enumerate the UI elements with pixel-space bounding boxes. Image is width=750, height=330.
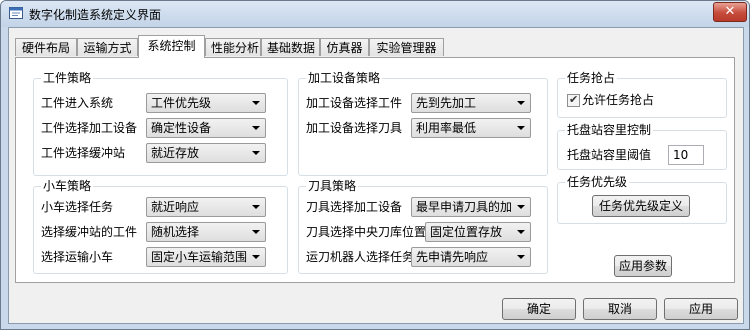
cancel-button[interactable]: 取消 [583, 298, 657, 320]
cart-policy-group: 小车策略 小车选择任务 就近响应 选择缓冲站的工件 随机选择 选择运输小车 固定… [33, 178, 288, 274]
close-button[interactable]: ✕ [713, 2, 747, 22]
workpiece-enter-value: 工件优先级 [151, 96, 212, 110]
chevron-down-icon [252, 101, 260, 105]
buffer-workpiece-value: 随机选择 [151, 225, 200, 239]
pallet-capacity-title: 托盘站容里控制 [565, 122, 654, 138]
machine-tool-value: 利用率最低 [416, 121, 477, 135]
tab-transport-mode[interactable]: 运输方式 [77, 38, 138, 56]
task-priority-group: 任务优先级 任务优先级定义 [557, 174, 727, 224]
machine-workpiece-select[interactable]: 先到先加工 [411, 93, 531, 113]
task-grab-title: 任务抢占 [565, 70, 618, 86]
pallet-capacity-group: 托盘站容里控制 托盘站容里阈值 10 [557, 122, 727, 170]
allow-task-grab-label: 允许任务抢占 [582, 93, 655, 107]
chevron-down-icon [252, 230, 260, 234]
pallet-threshold-input[interactable]: 10 [668, 145, 704, 165]
tab-hardware-layout[interactable]: 硬件布局 [15, 38, 77, 56]
allow-task-grab-checkbox[interactable]: ✔ [567, 93, 580, 107]
workpiece-machine-value: 确定性设备 [151, 121, 212, 135]
pallet-threshold-label: 托盘站容里阈值 [567, 148, 652, 162]
workpiece-machine-label: 工件选择加工设备 [41, 121, 138, 135]
cart-task-value: 就近响应 [151, 200, 200, 214]
tab-performance-analysis[interactable]: 性能分析 [205, 38, 261, 56]
transport-cart-select[interactable]: 固定小车运输范围 [146, 247, 266, 267]
task-priority-title: 任务优先级 [565, 174, 630, 190]
close-icon: ✕ [724, 4, 736, 19]
robot-task-label: 运刀机器人选择任务 [306, 250, 415, 264]
tab-basic-data[interactable]: 基础数据 [261, 38, 320, 56]
dialog-body: 硬件布局 运输方式 系统控制 性能分析 基础数据 仿真器 实验管理器 工件策略 … [8, 27, 744, 324]
chevron-down-icon [517, 101, 525, 105]
tool-machine-label: 刀具选择加工设备 [306, 200, 403, 214]
chevron-down-icon [517, 255, 525, 259]
workpiece-policy-group: 工件策略 工件进入系统 工件优先级 工件选择加工设备 确定性设备 工件选择缓冲站… [33, 70, 288, 176]
robot-task-value: 先申请先响应 [416, 250, 489, 264]
cart-task-label: 小车选择任务 [41, 200, 114, 214]
apply-button[interactable]: 应用 [664, 298, 738, 320]
system-control-panel: 工件策略 工件进入系统 工件优先级 工件选择加工设备 确定性设备 工件选择缓冲站… [15, 57, 735, 283]
check-icon: ✔ [569, 93, 579, 106]
chevron-down-icon [252, 205, 260, 209]
buffer-workpiece-label: 选择缓冲站的工件 [41, 225, 138, 239]
tool-machine-value: 最早申请刀具的加 [416, 200, 513, 214]
task-grab-group: 任务抢占 ✔ 允许任务抢占 [557, 70, 727, 118]
machine-tool-label: 加工设备选择刀具 [306, 121, 403, 135]
apply-params-button[interactable]: 应用参数 [614, 255, 672, 277]
robot-task-select[interactable]: 先申请先响应 [411, 247, 531, 267]
workpiece-policy-title: 工件策略 [41, 70, 94, 86]
buffer-workpiece-select[interactable]: 随机选择 [146, 222, 266, 242]
app-window-icon [9, 7, 23, 19]
tool-policy-group: 刀具策略 刀具选择加工设备 最早申请刀具的加 刀具选择中央刀库位置 固定位置存放… [298, 178, 548, 274]
main-window: 数字化制造系统定义界面 ✕ 硬件布局 运输方式 系统控制 性能分析 基础数据 仿… [0, 0, 750, 330]
window-title: 数字化制造系统定义界面 [29, 8, 162, 22]
workpiece-enter-select[interactable]: 工件优先级 [146, 93, 266, 113]
workpiece-buffer-value: 就近存放 [151, 146, 200, 160]
workpiece-buffer-label: 工件选择缓冲站 [41, 146, 126, 160]
tool-policy-title: 刀具策略 [306, 178, 359, 194]
transport-cart-label: 选择运输小车 [41, 250, 114, 264]
tool-magazine-value: 固定位置存放 [430, 225, 503, 239]
machine-workpiece-value: 先到先加工 [416, 96, 477, 110]
tool-magazine-select[interactable]: 固定位置存放 [425, 222, 531, 242]
chevron-down-icon [517, 230, 525, 234]
chevron-down-icon [252, 151, 260, 155]
workpiece-buffer-select[interactable]: 就近存放 [146, 143, 266, 163]
machine-policy-group: 加工设备策略 加工设备选择工件 先到先加工 加工设备选择刀具 利用率最低 [298, 70, 548, 176]
tab-system-control[interactable]: 系统控制 [138, 35, 205, 58]
cart-task-select[interactable]: 就近响应 [146, 197, 266, 217]
cart-policy-title: 小车策略 [41, 178, 94, 194]
machine-tool-select[interactable]: 利用率最低 [411, 118, 531, 138]
chevron-down-icon [252, 126, 260, 130]
tab-experiment-manager[interactable]: 实验管理器 [369, 38, 444, 56]
task-priority-define-button[interactable]: 任务优先级定义 [592, 195, 690, 217]
tool-machine-select[interactable]: 最早申请刀具的加 [411, 197, 531, 217]
machine-workpiece-label: 加工设备选择工件 [306, 96, 403, 110]
tab-simulator[interactable]: 仿真器 [320, 38, 369, 56]
workpiece-enter-label: 工件进入系统 [41, 96, 114, 110]
workpiece-machine-select[interactable]: 确定性设备 [146, 118, 266, 138]
machine-policy-title: 加工设备策略 [306, 70, 383, 86]
tool-magazine-label: 刀具选择中央刀库位置 [306, 225, 427, 239]
chevron-down-icon [517, 126, 525, 130]
ok-button[interactable]: 确定 [502, 298, 576, 320]
chevron-down-icon [252, 255, 260, 259]
title-bar[interactable]: 数字化制造系统定义界面 ✕ [1, 1, 749, 27]
transport-cart-value: 固定小车运输范围 [151, 250, 248, 264]
chevron-down-icon [517, 205, 525, 209]
